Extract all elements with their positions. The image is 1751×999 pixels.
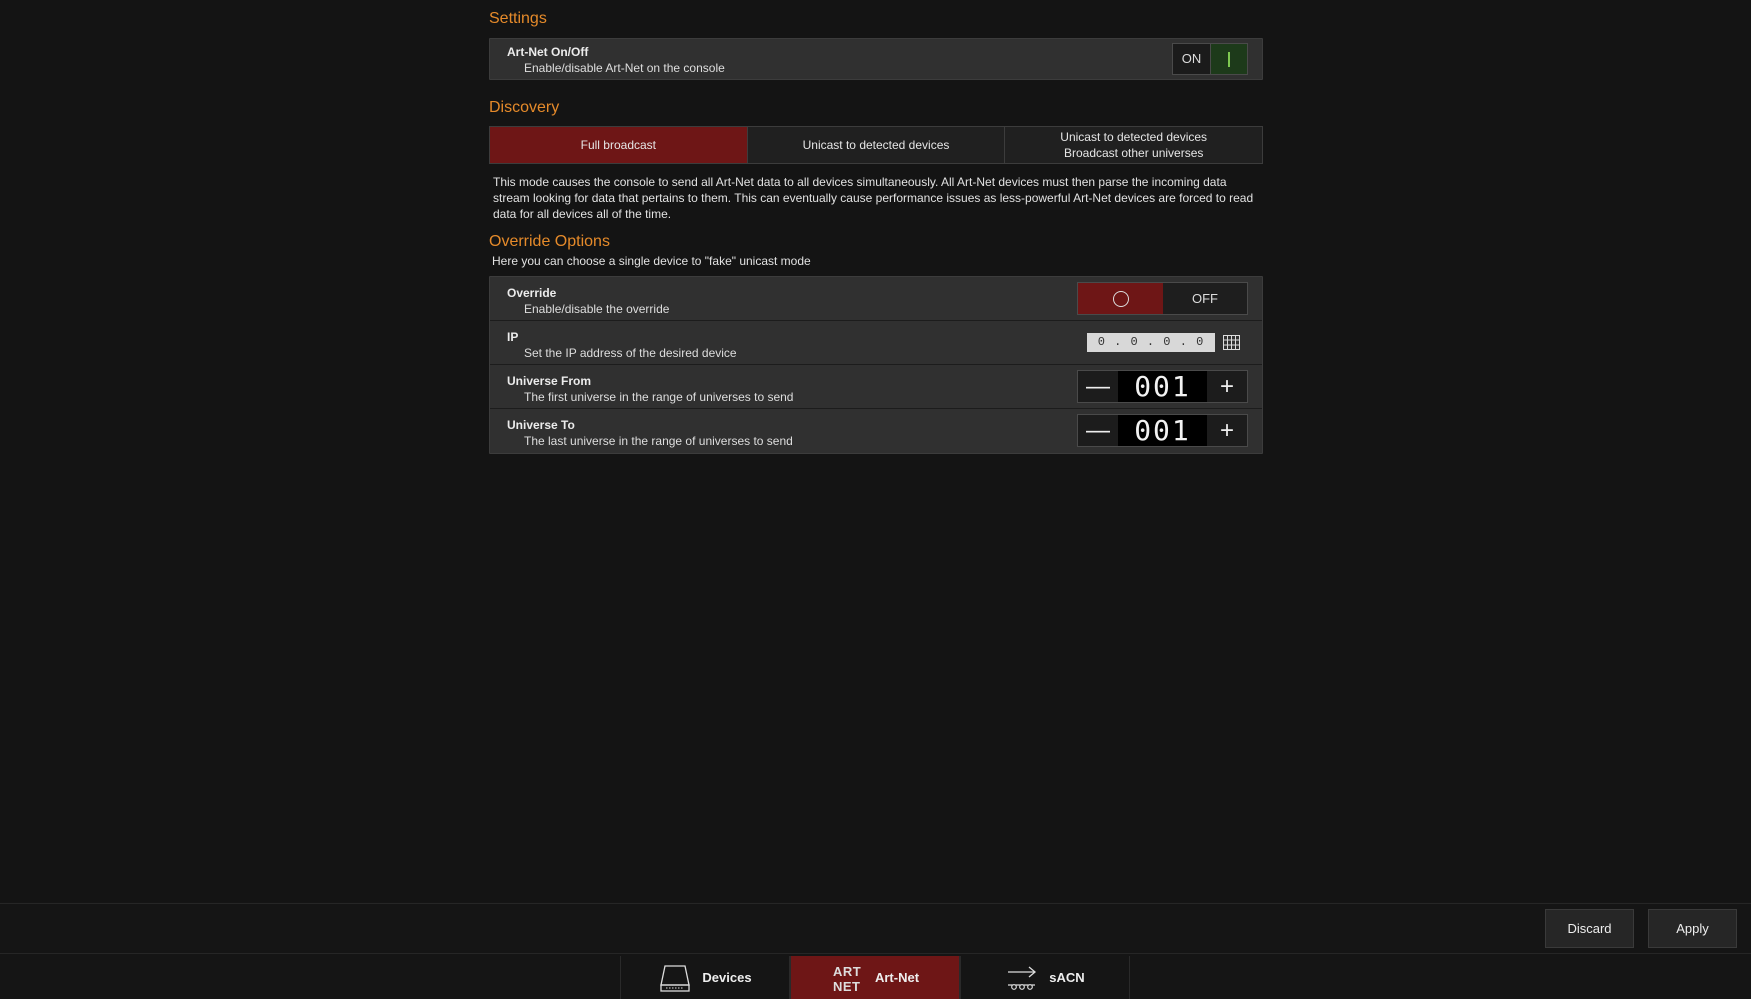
ip-control: 0 . 0 . 0 . 0 xyxy=(1087,333,1240,352)
settings-heading: Settings xyxy=(489,10,547,27)
tab-label: Devices xyxy=(702,970,752,985)
toggle-off-icon xyxy=(1078,283,1163,314)
universe-from-decrement-button[interactable]: — xyxy=(1078,371,1118,402)
tab-sacn[interactable]: sACN xyxy=(960,956,1130,999)
universe-to-value[interactable]: 001 xyxy=(1118,415,1207,446)
ip-address-field[interactable]: 0 . 0 . 0 . 0 xyxy=(1087,333,1215,352)
sacn-arrow-icon xyxy=(1008,966,1037,990)
action-bar: Discard Apply xyxy=(0,903,1751,953)
artnet-onoff-row: Art-Net On/Off Enable/disable Art-Net on… xyxy=(490,39,1262,79)
ip-row: IP Set the IP address of the desired dev… xyxy=(490,321,1262,365)
universe-to-increment-button[interactable]: + xyxy=(1207,415,1247,446)
override-subtitle: Here you can choose a single device to "… xyxy=(492,254,811,268)
discard-button[interactable]: Discard xyxy=(1545,909,1634,948)
universe-from-increment-button[interactable]: + xyxy=(1207,371,1247,402)
universe-to-row: Universe To The last universe in the ran… xyxy=(490,409,1262,453)
tab-label: Art-Net xyxy=(874,970,920,985)
settings-page: Settings Art-Net On/Off Enable/disable A… xyxy=(0,0,1751,902)
artnet-onoff-desc: Enable/disable Art-Net on the console xyxy=(524,61,725,75)
discovery-unicast-broadcast-button[interactable]: Unicast to detected devices Broadcast ot… xyxy=(1005,127,1263,163)
discovery-mode-selector: Full broadcast Unicast to detected devic… xyxy=(489,126,1263,164)
universe-from-value[interactable]: 001 xyxy=(1118,371,1207,402)
apply-button[interactable]: Apply xyxy=(1648,909,1737,948)
override-panel: Override Enable/disable the override OFF… xyxy=(489,276,1263,454)
universe-from-stepper: — 001 + xyxy=(1077,370,1248,403)
discovery-heading: Discovery xyxy=(489,99,560,116)
keypad-grid-icon[interactable] xyxy=(1223,335,1240,350)
override-row: Override Enable/disable the override OFF xyxy=(490,277,1262,321)
artnet-onoff-title: Art-Net On/Off xyxy=(507,45,589,59)
universe-to-decrement-button[interactable]: — xyxy=(1078,415,1118,446)
tab-artnet[interactable]: ART NET Art-Net xyxy=(790,956,960,999)
svg-text:ART: ART xyxy=(833,964,861,979)
artnet-logo-icon: ART NET xyxy=(833,964,861,993)
discovery-mode-sublabel: Broadcast other universes xyxy=(1063,146,1204,160)
discovery-mode-label: Unicast to detected devices xyxy=(802,138,950,152)
toggle-on-icon xyxy=(1210,44,1247,74)
universe-to-stepper: — 001 + xyxy=(1077,414,1248,447)
discovery-unicast-button[interactable]: Unicast to detected devices xyxy=(747,127,1006,163)
settings-content: Settings Art-Net On/Off Enable/disable A… xyxy=(489,0,1263,454)
discovery-mode-label: Full broadcast xyxy=(580,138,657,152)
drive-icon xyxy=(660,964,691,992)
universe-from-row: Universe From The first universe in the … xyxy=(490,365,1262,409)
svg-text:NET: NET xyxy=(833,979,861,993)
override-toggle-label: OFF xyxy=(1163,283,1247,314)
discovery-full-broadcast-button[interactable]: Full broadcast xyxy=(490,127,748,163)
artnet-toggle[interactable]: ON xyxy=(1172,43,1248,75)
tab-devices[interactable]: Devices xyxy=(620,956,790,999)
artnet-panel: Art-Net On/Off Enable/disable Art-Net on… xyxy=(489,38,1263,80)
override-heading: Override Options xyxy=(489,233,610,250)
bottom-tab-bar: Devices ART NET Art-Net sACN xyxy=(0,953,1751,999)
override-toggle[interactable]: OFF xyxy=(1077,282,1248,315)
artnet-toggle-label: ON xyxy=(1181,51,1202,66)
tab-label: sACN xyxy=(1049,970,1085,985)
discovery-description: This mode causes the console to send all… xyxy=(493,175,1254,221)
discovery-mode-label: Unicast to detected devices xyxy=(1060,130,1208,144)
